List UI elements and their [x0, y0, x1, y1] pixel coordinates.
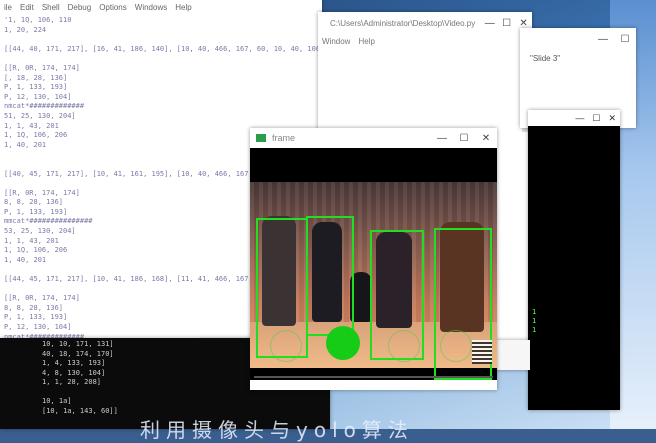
output-line: 51, 25, 130, 204] — [4, 111, 76, 120]
output-line: [, 18, 28, 136] — [4, 73, 68, 82]
output-line: [[R, 0R, 174, 174] — [4, 63, 80, 72]
output-line: 1 — [532, 326, 537, 334]
shell-menu-item[interactable]: Shell — [42, 3, 60, 12]
maximize-button[interactable]: ☐ — [453, 133, 475, 144]
camera-image — [250, 182, 497, 380]
video-title: frame — [272, 133, 296, 143]
output-line: 1 — [532, 308, 537, 316]
output-line: nmcat*############# — [4, 102, 85, 111]
console-window: — ☐ ✕ 111 — [528, 110, 620, 410]
zone-ring — [270, 330, 302, 362]
console-titlebar: — ☐ ✕ — [528, 110, 620, 126]
close-button[interactable]: ✕ — [515, 18, 532, 29]
output-line: 1, 20, 224 — [4, 25, 47, 34]
zone-ring — [440, 330, 472, 362]
shell-menubar: ile Edit Shell Debug Options Windows Help — [0, 0, 322, 14]
minimize-button[interactable]: — — [575, 113, 584, 123]
output-line: 10, 1a] — [42, 397, 72, 405]
video-titlebar: frame — ☐ ✕ — [250, 128, 497, 148]
editor-menubar: Window Help — [318, 34, 532, 48]
console-output: 111 — [528, 126, 620, 346]
maximize-button[interactable]: ☐ — [592, 113, 600, 124]
slide-titlebar: — ☐ — [520, 28, 636, 50]
maximize-button[interactable]: ☐ — [614, 34, 636, 45]
video-frame-window: frame — ☐ ✕ — [250, 128, 497, 390]
output-line: '1, 1Q, 106, 110 — [4, 16, 72, 24]
shell-menu-item[interactable]: Options — [99, 3, 127, 12]
editor-path: C:\Users\Administrator\Desktop\Video.py — [330, 18, 476, 28]
zone-ring — [388, 330, 420, 362]
status-dot — [326, 326, 360, 360]
output-line: P, 12, 130, 104] — [4, 92, 72, 101]
shell-menu-item[interactable]: Windows — [135, 3, 167, 12]
editor-titlebar: C:\Users\Administrator\Desktop\Video.py … — [318, 12, 532, 34]
menu-window[interactable]: Window — [322, 37, 350, 46]
minimize-button[interactable]: — — [481, 18, 498, 29]
slide-tab[interactable]: "Slide 3" — [520, 50, 636, 67]
qr-code — [472, 340, 492, 364]
detection-box — [306, 216, 354, 336]
shell-menu-item[interactable]: ile — [4, 3, 12, 12]
menu-help[interactable]: Help — [358, 37, 374, 46]
output-line: 1 — [532, 317, 537, 325]
video-seekbar[interactable] — [254, 376, 493, 378]
minimize-button[interactable]: — — [431, 133, 453, 144]
output-line: [[44, 40, 171, 217], [16, 41, 186, 140],… — [4, 44, 322, 53]
app-icon — [256, 134, 266, 142]
shell-menu-item[interactable]: Debug — [68, 3, 92, 12]
shell-menu-item[interactable]: Help — [175, 3, 191, 12]
maximize-button[interactable]: ☐ — [498, 18, 515, 29]
video-frame — [250, 148, 497, 380]
close-button[interactable]: ✕ — [475, 133, 497, 144]
output-line: P, 1, 133, 193] — [4, 83, 68, 92]
close-button[interactable]: ✕ — [608, 113, 616, 124]
minimize-button[interactable]: — — [592, 34, 614, 45]
shell-menu-item[interactable]: Edit — [20, 3, 34, 12]
